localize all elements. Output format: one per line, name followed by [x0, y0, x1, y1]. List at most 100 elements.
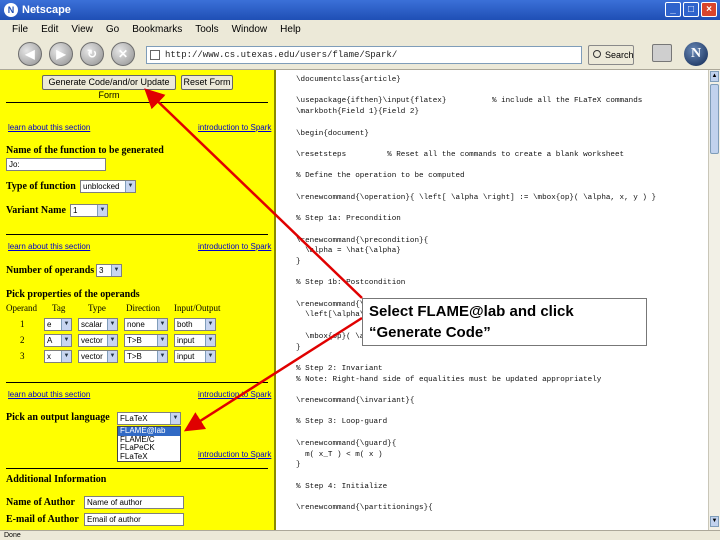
scroll-down-icon[interactable]: ▼: [710, 516, 719, 527]
menu-help[interactable]: Help: [280, 24, 301, 35]
variant-select[interactable]: 1 ▼: [70, 204, 108, 217]
code-line: \renewcommand{\precondition}{: [296, 236, 429, 245]
code-line: \documentclass{article}: [296, 76, 401, 84]
maximize-button[interactable]: □: [683, 2, 699, 17]
reset-form-button[interactable]: Reset Form: [181, 75, 233, 90]
forward-button[interactable]: ▶: [49, 42, 73, 66]
chevron-down-icon: ▼: [157, 335, 167, 346]
callout-line-1: Select FLAME@lab and click: [369, 303, 574, 320]
chevron-down-icon: ▼: [97, 205, 107, 216]
author-email-input[interactable]: Email of author: [84, 513, 184, 526]
chevron-down-icon: ▼: [205, 335, 215, 346]
author-name-input[interactable]: Name of author: [84, 496, 184, 509]
callout-line-2: “Generate Code”: [369, 324, 491, 341]
title-bar: N Netscape _ □ ×: [0, 0, 720, 20]
back-button[interactable]: ◀: [18, 42, 42, 66]
operand-type-select[interactable]: scalar ▼: [78, 318, 118, 331]
menu-bookmarks[interactable]: Bookmarks: [132, 24, 182, 35]
operand-tag-select[interactable]: A ▼: [44, 334, 72, 347]
code-line: \usepackage{ifthen}\input{flatex} % incl…: [296, 97, 643, 106]
operand-io-select[interactable]: both ▼: [174, 318, 216, 331]
close-button[interactable]: ×: [701, 2, 717, 17]
learn-about-section-link[interactable]: learn about this section: [8, 242, 90, 251]
operand-type-select[interactable]: vector ▼: [78, 334, 118, 347]
code-line: % Define the operation to be computed: [296, 172, 465, 181]
menu-file[interactable]: File: [12, 24, 28, 35]
variant-value: 1: [73, 206, 78, 215]
instruction-callout: Select FLAME@lab and click “Generate Cod…: [362, 298, 647, 346]
code-line: \resetsteps % Reset all the commands to …: [296, 150, 625, 159]
chevron-down-icon: ▼: [61, 351, 71, 362]
code-line: }: [296, 257, 301, 266]
code-line: m( x_T ) < m( x ): [296, 450, 383, 459]
output-language-value: FLaTeX: [120, 414, 148, 423]
operand-direction-select[interactable]: none ▼: [124, 318, 168, 331]
menu-window[interactable]: Window: [232, 24, 268, 35]
learn-about-section-link[interactable]: learn about this section: [8, 390, 90, 399]
language-option-flatex[interactable]: FLaTeX: [118, 452, 180, 462]
reload-button[interactable]: ↻: [80, 42, 104, 66]
generate-code-button[interactable]: Generate Code/and/or Update Form: [42, 75, 176, 100]
code-line: \renewcommand{\partitionings}{: [296, 504, 433, 512]
code-line: \renewcommand{\operation}{ \left[ \alpha…: [296, 193, 657, 202]
learn-about-section-link[interactable]: learn about this section: [8, 123, 90, 132]
window-title: Netscape: [22, 4, 71, 16]
netscape-logo[interactable]: N: [684, 42, 708, 66]
scrollbar-thumb[interactable]: [710, 84, 719, 154]
operand-io-value: both: [177, 320, 193, 329]
chevron-down-icon: ▼: [170, 413, 180, 424]
operand-type-value: vector: [81, 336, 103, 345]
code-line: % Step 4: Initialize: [296, 482, 388, 491]
vertical-scrollbar[interactable]: ▲ ▼: [708, 70, 720, 530]
menu-edit[interactable]: Edit: [41, 24, 58, 35]
operand-io-value: input: [177, 336, 195, 345]
menu-go[interactable]: Go: [106, 24, 119, 35]
column-header-operand: Operand: [6, 303, 37, 313]
stop-button[interactable]: ✕: [111, 42, 135, 66]
function-type-select[interactable]: unblocked ▼: [80, 180, 136, 193]
intro-to-spark-link[interactable]: introduction to Spark: [198, 450, 271, 459]
author-name-label: Name of Author: [6, 497, 75, 508]
output-language-select[interactable]: FLaTeX ▼: [117, 412, 181, 425]
url-text: http://www.cs.utexas.edu/users/flame/Spa…: [165, 50, 398, 60]
operand-io-value: input: [177, 352, 195, 361]
chevron-down-icon: ▼: [107, 335, 117, 346]
menu-view[interactable]: View: [71, 24, 93, 35]
code-line: }: [296, 343, 301, 352]
search-label: Search: [605, 50, 634, 60]
code-line: % Step 2: Invariant: [296, 364, 383, 373]
code-line: }: [296, 461, 301, 470]
function-name-input[interactable]: Jo:: [6, 158, 106, 171]
operand-direction-value: none: [127, 320, 145, 329]
operand-tag-select[interactable]: e ▼: [44, 318, 72, 331]
code-line: \alpha = \hat{\alpha}: [296, 247, 401, 256]
search-button[interactable]: Search: [588, 45, 634, 65]
function-type-value: unblocked: [83, 182, 120, 191]
intro-to-spark-link[interactable]: introduction to Spark: [198, 242, 271, 251]
operand-type-select[interactable]: vector ▼: [78, 350, 118, 363]
print-icon[interactable]: [652, 44, 672, 62]
chevron-down-icon: ▼: [157, 351, 167, 362]
function-type-label: Type of function: [6, 181, 76, 192]
scroll-up-icon[interactable]: ▲: [710, 71, 719, 82]
operand-io-select[interactable]: input ▼: [174, 334, 216, 347]
chevron-down-icon: ▼: [157, 319, 167, 330]
operand-direction-select[interactable]: T>B ▼: [124, 334, 168, 347]
spark-form-panel: Generate Code/and/or Update Form Reset F…: [0, 70, 276, 530]
intro-to-spark-link[interactable]: introduction to Spark: [198, 390, 271, 399]
column-header-tag: Tag: [52, 303, 66, 313]
operand-io-select[interactable]: input ▼: [174, 350, 216, 363]
output-language-dropdown: FLAME@lab FLAME/C FLaPeCK FLaTeX: [117, 426, 181, 462]
menu-tools[interactable]: Tools: [195, 24, 218, 35]
operand-number: 1: [20, 319, 25, 329]
operand-type-value: scalar: [81, 320, 103, 329]
chevron-down-icon: ▼: [125, 181, 135, 192]
url-bar[interactable]: http://www.cs.utexas.edu/users/flame/Spa…: [146, 46, 582, 64]
operand-tag-select[interactable]: x ▼: [44, 350, 72, 363]
operands-count-select[interactable]: 3 ▼: [96, 264, 122, 277]
operand-direction-select[interactable]: T>B ▼: [124, 350, 168, 363]
column-header-direction: Direction: [126, 303, 160, 313]
minimize-button[interactable]: _: [665, 2, 681, 17]
operand-number: 2: [20, 335, 25, 345]
intro-to-spark-link[interactable]: introduction to Spark: [198, 123, 271, 132]
